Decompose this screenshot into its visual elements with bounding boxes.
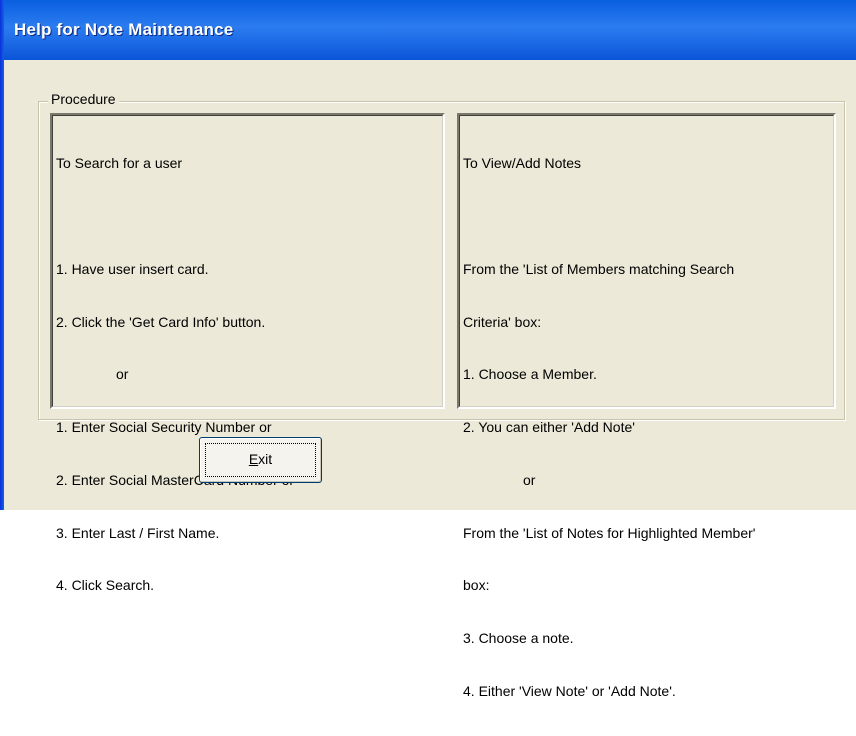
notes-text-line: or — [523, 471, 536, 488]
notes-text-line: 4. Either 'View Note' or 'Add Note'. — [463, 683, 676, 699]
notes-text-line: Criteria' box: — [463, 313, 542, 330]
help-window: Help for Note Maintenance Procedure To S… — [0, 0, 856, 699]
notes-procedure-panel[interactable]: To View/Add Notes From the 'List of Memb… — [457, 113, 836, 699]
notes-text-line: box: — [463, 577, 490, 594]
exit-accelerator-key: E — [248, 451, 259, 467]
search-text-line: 3. Enter Last / First Name. — [56, 524, 220, 541]
exit-label-rest: xit — [258, 451, 273, 467]
exit-button-label: Exit — [200, 451, 321, 467]
notes-text-line: From the 'List of Notes for Highlighted … — [463, 524, 756, 541]
notes-procedure-text: To View/Add Notes From the 'List of Memb… — [459, 115, 834, 699]
search-text-line: 4. Click Search. — [56, 577, 155, 594]
search-text-line: 1. Have user insert card. — [56, 260, 209, 277]
notes-text-line: 2. You can either 'Add Note' — [463, 419, 635, 436]
search-text-line — [56, 208, 439, 226]
window-left-border — [0, 0, 4, 510]
notes-text-line: From the 'List of Members matching Searc… — [463, 260, 735, 277]
exit-button[interactable]: Exit — [199, 437, 322, 483]
title-bar[interactable]: Help for Note Maintenance — [0, 0, 856, 60]
search-text-line: 2. Click the 'Get Card Info' button. — [56, 313, 266, 330]
search-text-line: To Search for a user — [56, 155, 183, 172]
search-text-line: or — [116, 366, 129, 383]
notes-text-line: 3. Choose a note. — [463, 630, 574, 647]
notes-text-line: To View/Add Notes — [463, 155, 582, 172]
procedure-group-label: Procedure — [48, 91, 119, 107]
window-title: Help for Note Maintenance — [14, 20, 234, 39]
notes-text-line — [463, 208, 830, 226]
search-procedure-panel[interactable]: To Search for a user 1. Have user insert… — [50, 113, 445, 593]
search-procedure-text: To Search for a user 1. Have user insert… — [52, 115, 443, 593]
search-text-line: 1. Enter Social Security Number or — [56, 419, 272, 436]
notes-text-line: 1. Choose a Member. — [463, 366, 597, 383]
